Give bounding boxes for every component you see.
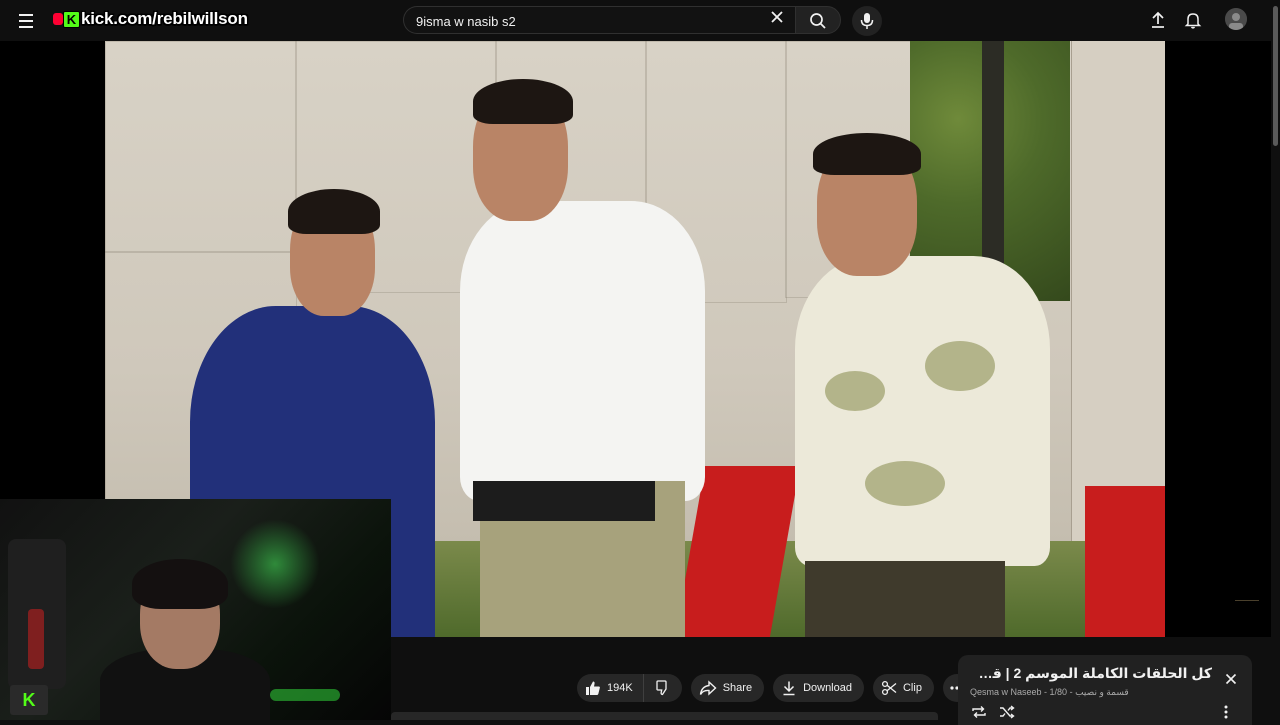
red-seat <box>1085 486 1165 637</box>
bell-icon[interactable] <box>1183 10 1205 32</box>
youtube-logo-icon <box>53 13 63 25</box>
page-scrollbar[interactable] <box>1271 0 1280 720</box>
search-box <box>403 6 795 35</box>
like-count: 194K <box>607 682 633 694</box>
playlist-panel: كل الحلقات الكاملة الموسم 2 | قسمة ونصيب… <box>958 655 1252 725</box>
channel-watermark <box>1235 600 1259 611</box>
loop-icon[interactable] <box>971 705 987 724</box>
playlist-position: 1/80 <box>1049 687 1068 697</box>
close-icon[interactable] <box>1225 672 1241 688</box>
share-label: Share <box>722 682 753 694</box>
wall-tile <box>105 41 297 253</box>
shuffle-icon[interactable] <box>999 705 1015 724</box>
content-strip <box>391 712 938 720</box>
voice-search-button[interactable] <box>852 6 882 36</box>
logo-text: kick.com/rebilwillson <box>81 9 248 28</box>
download-button[interactable]: Download <box>773 674 864 702</box>
upload-icon[interactable] <box>1148 10 1170 32</box>
top-bar: K kick.com/rebilwillson <box>0 0 1280 41</box>
share-button[interactable]: Share <box>690 674 765 702</box>
playlist-meta: Qesma w Naseeb - قسمة و نصيب - 1/80 <box>970 687 1129 697</box>
close-icon[interactable] <box>770 10 790 30</box>
clip-button[interactable]: Clip <box>872 674 934 702</box>
search-icon <box>810 13 826 29</box>
menu-icon[interactable] <box>14 10 38 32</box>
dislike-button[interactable] <box>643 674 682 702</box>
webcam-overlay: K <box>0 499 391 720</box>
kick-badge: K <box>10 685 48 715</box>
streamer-hair <box>132 559 228 609</box>
like-dislike-group: 194K <box>577 674 682 702</box>
playlist-title[interactable]: كل الحلقات الكاملة الموسم 2 | قسمة ونصيب <box>966 665 1212 682</box>
download-icon <box>783 681 795 696</box>
playlist-channel[interactable]: Qesma w Naseeb <box>970 687 1042 697</box>
thumbs-down-icon <box>656 680 667 696</box>
avatar[interactable] <box>1225 8 1247 30</box>
led-strip <box>270 689 340 701</box>
green-light <box>230 519 320 609</box>
kick-badge-letter: K <box>22 689 36 710</box>
scissors-icon <box>881 680 897 696</box>
kick-logo-icon: K <box>63 10 80 28</box>
video-actions: 194K Share Download Clip <box>577 674 971 702</box>
like-button[interactable]: 194K <box>577 674 644 702</box>
share-icon <box>699 680 717 696</box>
search-button[interactable] <box>795 6 841 34</box>
mic-icon <box>860 13 874 29</box>
download-label: Download <box>803 682 852 694</box>
playlist-channel-arabic: قسمة و نصيب <box>1075 687 1129 697</box>
search-input[interactable] <box>414 7 758 35</box>
clip-label: Clip <box>902 682 922 694</box>
more-vertical-icon[interactable] <box>1224 705 1228 724</box>
thumbs-up-icon <box>586 681 600 695</box>
logo[interactable]: K kick.com/rebilwillson <box>53 8 248 30</box>
red-light <box>28 609 44 669</box>
scrollbar-thumb[interactable] <box>1273 6 1278 146</box>
